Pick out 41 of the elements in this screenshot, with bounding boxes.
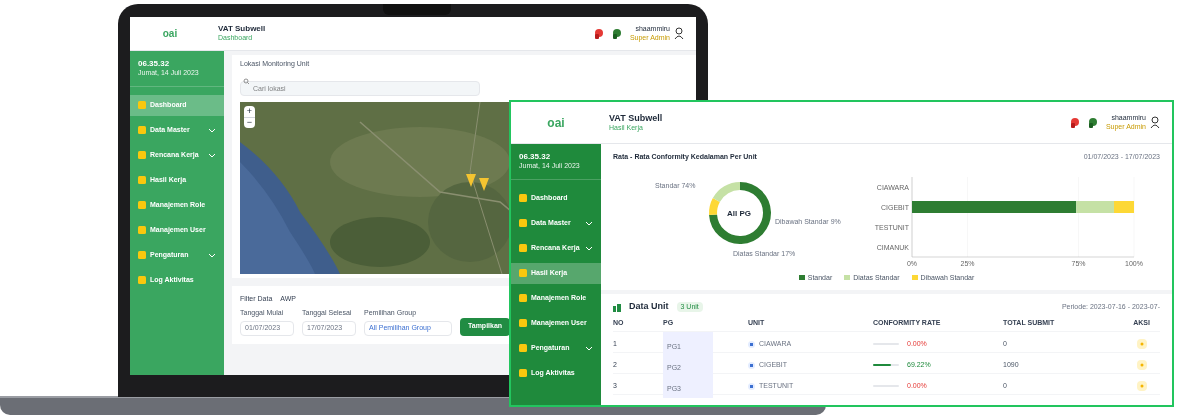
- tile-icon: [138, 126, 146, 135]
- tile-icon: [519, 294, 527, 303]
- tile-icon: [138, 276, 146, 285]
- chevron-icon[interactable]: [208, 126, 216, 134]
- tile-icon: [138, 226, 146, 235]
- tile-icon: [138, 176, 146, 185]
- app-logo: oai: [162, 27, 178, 41]
- app-title: VAT Subwell: [609, 112, 663, 124]
- tile-icon: [519, 244, 527, 253]
- tile-icon: [519, 269, 527, 278]
- table-title: Data Unit: [629, 300, 669, 314]
- tile-icon: [519, 344, 527, 353]
- zoom-in-button[interactable]: +: [244, 105, 255, 117]
- zoom-out-button[interactable]: −: [244, 116, 255, 128]
- chevron-icon[interactable]: [585, 219, 593, 227]
- chevron-icon[interactable]: [585, 344, 593, 352]
- map-pin-icon[interactable]: [479, 177, 489, 191]
- search-icon: [243, 77, 250, 85]
- tile-icon: [519, 369, 527, 378]
- tile-icon: [138, 201, 146, 210]
- chevron-icon[interactable]: [585, 244, 593, 252]
- donut-center-label: All PG: [727, 207, 751, 220]
- tile-icon: [138, 101, 146, 110]
- tile-icon: [138, 251, 146, 260]
- app-logo: oai: [547, 114, 565, 132]
- dot-icon: [1139, 342, 1144, 346]
- chevron-icon[interactable]: [208, 251, 216, 259]
- map-pin-icon[interactable]: [466, 173, 476, 187]
- app-title: VAT Subwell: [218, 24, 266, 35]
- tile-icon: [138, 151, 146, 160]
- clock-time: 06.35.32: [519, 152, 552, 162]
- tile-icon: [519, 194, 527, 203]
- chevron-icon[interactable]: [208, 151, 216, 159]
- tile-icon: [519, 319, 527, 328]
- user-icon[interactable]: [1150, 116, 1160, 129]
- camera-notch: [383, 4, 451, 15]
- user-icon[interactable]: [674, 27, 684, 40]
- dot-icon: [1139, 363, 1144, 367]
- clock-time: 06.35.32: [138, 59, 171, 69]
- dot-icon: [1139, 384, 1144, 388]
- tile-icon: [519, 219, 527, 228]
